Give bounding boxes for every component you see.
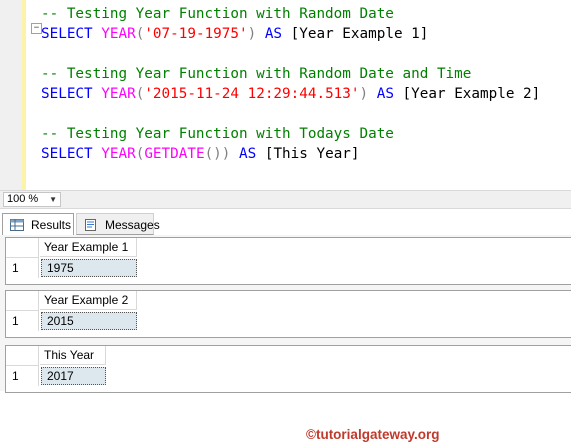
zoom-bar: 100 % ▼: [0, 190, 571, 209]
messages-icon: [85, 219, 96, 231]
code-line-2[interactable]: SELECT YEAR('2015-11-24 12:29:44.513') A…: [41, 84, 540, 104]
grid-icon: [10, 219, 24, 231]
tab-results-label: Results: [31, 218, 72, 232]
code-comment-1[interactable]: -- Testing Year Function with Random Dat…: [41, 4, 394, 24]
result-grid-1[interactable]: Year Example 1 1 1975: [5, 237, 571, 285]
paren-close: ): [247, 26, 257, 42]
grid-corner: [6, 291, 39, 310]
results-tabstrip: Results Messages ©tutorialgateway.org: [0, 209, 571, 442]
keyword-as: AS: [264, 26, 283, 42]
column-header[interactable]: Year Example 1: [40, 238, 137, 257]
zoom-dropdown[interactable]: 100 % ▼: [3, 192, 61, 207]
paren-close: ): [221, 146, 231, 162]
keyword-as: AS: [239, 146, 257, 162]
row-number: 1: [6, 257, 39, 278]
keyword-as: AS: [376, 86, 394, 102]
code-comment-2[interactable]: -- Testing Year Function with Random Dat…: [41, 64, 471, 84]
column-header[interactable]: This Year: [40, 346, 106, 365]
function-getdate: GETDATE: [144, 146, 205, 162]
column-alias: [This Year]: [264, 146, 360, 162]
editor-gutter: [0, 0, 26, 190]
tab-results[interactable]: Results: [2, 213, 74, 235]
change-marker-bar: [22, 0, 26, 190]
result-cell[interactable]: 1975: [41, 259, 137, 277]
code-comment-3[interactable]: -- Testing Year Function with Todays Dat…: [41, 124, 394, 144]
result-grid-2[interactable]: Year Example 2 1 2015: [5, 290, 571, 338]
code-line-1[interactable]: SELECT YEAR('07-19-1975') AS [Year Examp…: [41, 24, 428, 44]
tab-messages-label: Messages: [105, 218, 160, 232]
string-literal: '2015-11-24 12:29:44.513': [144, 86, 360, 102]
paren-inner: (): [204, 146, 222, 162]
string-literal: '07-19-1975': [144, 26, 248, 42]
grid-corner: [6, 346, 39, 365]
function-year: YEAR: [101, 26, 136, 42]
row-number: 1: [6, 365, 39, 386]
results-area: Year Example 1 1 1975 Year Example 2 1 2…: [0, 235, 571, 393]
chevron-down-icon[interactable]: ▼: [49, 193, 57, 206]
grid-corner: [6, 238, 39, 257]
result-grid-3[interactable]: This Year 1 2017: [5, 345, 571, 393]
row-number: 1: [6, 310, 39, 331]
zoom-value: 100 %: [7, 193, 39, 205]
paren-close: ): [359, 86, 369, 102]
column-header[interactable]: Year Example 2: [40, 291, 137, 310]
keyword-select: SELECT: [41, 146, 93, 162]
tab-messages[interactable]: Messages: [76, 213, 160, 235]
query-editor[interactable]: − -- Testing Year Function with Random D…: [0, 0, 571, 190]
code-line-3[interactable]: SELECT YEAR(GETDATE()) AS [This Year]: [41, 144, 360, 164]
watermark: ©tutorialgateway.org: [306, 427, 440, 442]
function-year: YEAR: [101, 146, 136, 162]
result-cell[interactable]: 2017: [41, 367, 106, 385]
keyword-select: SELECT: [41, 26, 93, 42]
keyword-select: SELECT: [41, 86, 93, 102]
column-alias: [Year Example 2]: [402, 86, 541, 102]
column-alias: [Year Example 1]: [290, 26, 429, 42]
function-year: YEAR: [101, 86, 136, 102]
result-cell[interactable]: 2015: [41, 312, 137, 330]
